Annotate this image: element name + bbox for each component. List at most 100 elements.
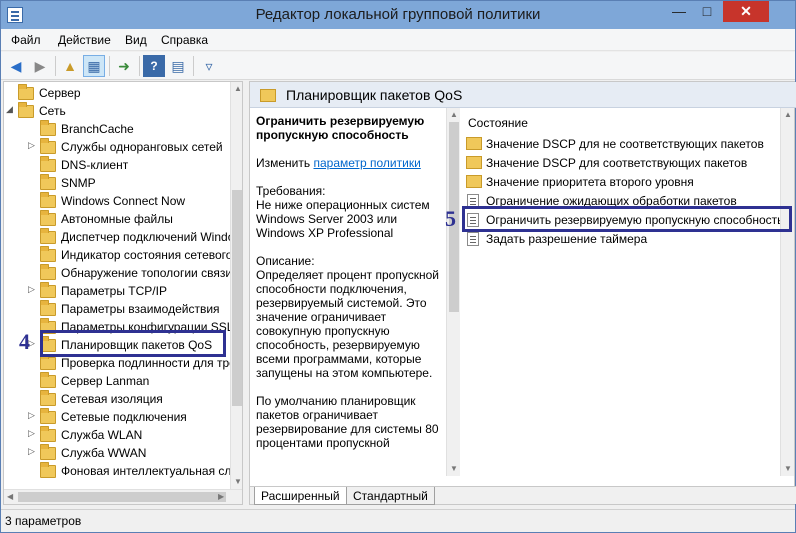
list-vertical-scrollbar[interactable]: ▲ ▼ bbox=[780, 108, 794, 476]
tree-item[interactable]: Обнаружение топологии связи bbox=[4, 264, 232, 282]
folder-icon bbox=[40, 210, 56, 226]
folder-icon bbox=[40, 228, 56, 244]
folder-icon bbox=[18, 84, 34, 100]
requirements-text: Не ниже операционных систем Windows Serv… bbox=[256, 198, 430, 240]
details-pane: Планировщик пакетов QoS Ограничить резер… bbox=[249, 81, 796, 505]
tree-item[interactable]: BranchCache bbox=[4, 120, 230, 138]
tree-item-label: DNS-клиент bbox=[61, 158, 129, 172]
tree-item-label: Сервер Lanman bbox=[61, 374, 150, 388]
folder-icon bbox=[18, 102, 34, 118]
tab-extended[interactable]: Расширенный bbox=[254, 487, 347, 505]
scroll-left-icon[interactable]: ◀ bbox=[7, 492, 13, 501]
maximize-button[interactable]: □ bbox=[693, 1, 721, 22]
scroll-up-icon[interactable]: ▲ bbox=[234, 84, 242, 93]
tree-item-label: SNMP bbox=[61, 176, 96, 190]
scroll-down-icon[interactable]: ▼ bbox=[784, 464, 792, 473]
folder-icon bbox=[260, 89, 276, 102]
annotation-number-list: 5 bbox=[445, 206, 456, 231]
status-bar: 3 параметров bbox=[1, 509, 795, 532]
folder-icon bbox=[40, 390, 56, 406]
menu-help[interactable]: Справка bbox=[161, 33, 208, 47]
tree-expander-icon[interactable]: ▷ bbox=[28, 446, 36, 457]
tree-item[interactable]: Сетевая изоляция bbox=[4, 390, 230, 408]
tree-expander-icon[interactable]: ▷ bbox=[28, 410, 36, 421]
help-icon[interactable]: ? bbox=[143, 55, 165, 77]
folder-icon bbox=[40, 408, 56, 424]
tree-item[interactable]: Диспетчер подключений Windows bbox=[4, 228, 242, 246]
title-bar[interactable]: Редактор локальной групповой политики — … bbox=[1, 1, 795, 29]
tree-item-label: Windows Connect Now bbox=[61, 194, 186, 208]
tree-vertical-scrollbar[interactable]: ▲ ▼ bbox=[230, 82, 242, 489]
settings-list: Состояние Значение DSCP для не соответст… bbox=[460, 108, 794, 476]
edit-policy-line: Изменить параметр политики bbox=[256, 156, 446, 170]
annotation-number-tree: 4 bbox=[19, 329, 30, 354]
toolbar-separator bbox=[109, 56, 110, 76]
up-folder-icon[interactable]: ▲ bbox=[59, 55, 81, 77]
list-item[interactable]: Значение DSCP для соответствующих пакето… bbox=[464, 153, 790, 172]
app-window: Редактор локальной групповой политики — … bbox=[0, 0, 796, 533]
list-item[interactable]: Значение DSCP для не соответствующих пак… bbox=[464, 134, 790, 153]
minimize-button[interactable]: — bbox=[665, 1, 693, 22]
menu-file[interactable]: Файл bbox=[11, 33, 41, 47]
tree-item-label: Параметры TCP/IP bbox=[61, 284, 167, 298]
folder-icon bbox=[40, 372, 56, 388]
forward-arrow-icon[interactable]: ▶ bbox=[29, 55, 51, 77]
scroll-right-icon[interactable]: ▶ bbox=[218, 492, 224, 501]
tree-expander-icon[interactable]: ▷ bbox=[28, 428, 36, 439]
folder-icon bbox=[466, 137, 482, 150]
list-item-label: Значение DSCP для не соответствующих пак… bbox=[486, 137, 764, 151]
tree-item-label: Сетевая изоляция bbox=[61, 392, 163, 406]
tree-hscroll-thumb[interactable] bbox=[18, 492, 226, 502]
tree-item[interactable]: ▷ Сетевые подключения bbox=[4, 408, 230, 426]
tree-item[interactable]: Сервер Lanman bbox=[4, 372, 230, 390]
back-arrow-icon[interactable]: ◀ bbox=[5, 55, 27, 77]
folder-icon bbox=[40, 192, 56, 208]
edit-policy-link[interactable]: параметр политики bbox=[313, 156, 420, 170]
show-tree-icon[interactable]: ▦ bbox=[83, 55, 105, 77]
view-tabs: Расширенный Стандартный bbox=[250, 486, 796, 505]
scroll-up-icon[interactable]: ▲ bbox=[450, 110, 458, 119]
policy-title: Ограничить резервируемую пропускную спос… bbox=[256, 114, 425, 142]
tree-item[interactable]: ▷ Параметры TCP/IP bbox=[4, 282, 230, 300]
close-button[interactable]: ✕ bbox=[723, 1, 769, 22]
tree-scroll-thumb[interactable] bbox=[232, 190, 242, 406]
folder-icon bbox=[40, 282, 56, 298]
export-list-icon[interactable]: ➜ bbox=[113, 55, 135, 77]
tree-item[interactable]: Параметры взаимодействия bbox=[4, 300, 230, 318]
tree-selection-highlight bbox=[40, 330, 226, 357]
tree-item-label: Служба WLAN bbox=[61, 428, 143, 442]
policy-description: Ограничить резервируемую пропускную спос… bbox=[256, 114, 446, 482]
tree-item[interactable]: ▷ Служба WWAN bbox=[4, 444, 230, 462]
column-header-state[interactable]: Состояние bbox=[468, 116, 528, 130]
list-item[interactable]: Значение приоритета второго уровня bbox=[464, 172, 790, 191]
tree-item[interactable]: Автономные файлы bbox=[4, 210, 230, 228]
tree-item[interactable]: ◢ Сеть bbox=[4, 102, 230, 120]
tree-expander-icon[interactable]: ▷ bbox=[28, 140, 36, 151]
scroll-up-icon[interactable]: ▲ bbox=[784, 110, 792, 119]
tree-expander-icon[interactable]: ◢ bbox=[6, 104, 14, 115]
tree-horizontal-scrollbar[interactable]: ◀ ▶ bbox=[4, 489, 242, 504]
folder-icon bbox=[466, 156, 482, 169]
tree-expander-icon[interactable]: ▷ bbox=[28, 284, 36, 295]
menu-view[interactable]: Вид bbox=[125, 33, 147, 47]
description-scrollbar[interactable]: ▲ ▼ bbox=[446, 108, 460, 476]
tree-item-label: Проверка подлинности для требования bbox=[61, 356, 242, 370]
folder-icon bbox=[40, 246, 56, 262]
scroll-down-icon[interactable]: ▼ bbox=[234, 477, 242, 486]
tree-item[interactable]: DNS-клиент bbox=[4, 156, 230, 174]
filter-icon[interactable]: ▿ bbox=[198, 55, 220, 77]
tree-item[interactable]: Индикатор состояния сетевого подключения bbox=[4, 246, 242, 264]
folder-icon bbox=[40, 120, 56, 136]
description-text: Определяет процент пропускной способност… bbox=[256, 268, 439, 380]
scroll-down-icon[interactable]: ▼ bbox=[450, 464, 458, 473]
tab-standard[interactable]: Стандартный bbox=[346, 487, 435, 505]
tree-item[interactable]: SNMP bbox=[4, 174, 230, 192]
list-selection-highlight bbox=[462, 206, 792, 232]
tree-item[interactable]: Сервер bbox=[4, 84, 230, 102]
tree-item[interactable]: ▷ Службы одноранговых сетей bbox=[4, 138, 230, 156]
tree-item[interactable]: Windows Connect Now bbox=[4, 192, 230, 210]
tree-item[interactable]: Фоновая интеллектуальная служба bbox=[4, 462, 242, 480]
properties-icon[interactable]: ▤ bbox=[167, 55, 189, 77]
tree-item[interactable]: ▷ Служба WLAN bbox=[4, 426, 230, 444]
menu-action[interactable]: Действие bbox=[58, 33, 111, 47]
